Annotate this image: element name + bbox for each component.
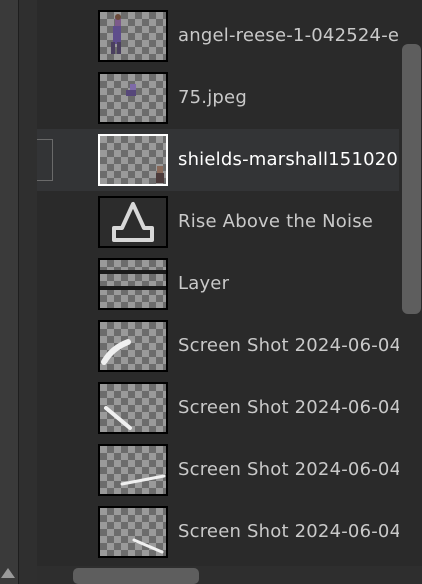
layer-row[interactable]: Screen Shot 2024-06-04 (37, 377, 401, 439)
left-toolbar-strip (0, 0, 19, 584)
visibility-column (19, 0, 37, 584)
layer-name: Screen Shot 2024-06-04 (178, 459, 402, 480)
layer-row[interactable]: angel-reese-1-042524-e (37, 0, 399, 62)
layers-panel-window: angel-reese-1-042524-e 75.jpeg shields-m… (0, 0, 422, 584)
layers-list: angel-reese-1-042524-e 75.jpeg shields-m… (37, 0, 403, 566)
layer-thumbnail[interactable] (98, 506, 168, 558)
layer-row[interactable]: Rise Above the Noise (37, 191, 399, 253)
layer-name: Screen Shot 2024-06-04 (178, 521, 402, 542)
layer-name: angel-reese-1-042524-e (178, 25, 400, 46)
layer-thumbnail[interactable] (98, 320, 168, 372)
brush-stroke-icon (104, 406, 132, 430)
layer-row[interactable]: Screen Shot 2024-06-04 (37, 439, 401, 501)
layer-thumbnail[interactable] (98, 10, 168, 62)
brush-stroke-icon (132, 538, 164, 554)
layer-thumbnail[interactable] (98, 382, 168, 434)
layer-row[interactable]: Screen Shot 2024-06-04 (37, 315, 401, 377)
layer-thumbnail[interactable] (98, 72, 168, 124)
brush-stroke-icon (101, 339, 131, 365)
line-shapes-icon (100, 270, 166, 290)
layer-row[interactable]: Screen Shot 2024-06-04 (37, 501, 401, 563)
layer-row-selected[interactable]: shields-marshall1510202 (37, 129, 403, 191)
horizontal-scrollbar[interactable] (37, 566, 422, 584)
horizontal-scrollbar-thumb[interactable] (73, 568, 199, 584)
corner-figure-icon (156, 166, 164, 183)
vertical-scrollbar-thumb[interactable] (402, 44, 421, 314)
layer-thumbnail[interactable] (98, 196, 168, 248)
layer-thumbnail[interactable] (98, 258, 168, 310)
logo-icon (112, 202, 154, 242)
layer-row[interactable]: 75.jpeg (37, 62, 399, 124)
layer-visibility-toggle[interactable] (37, 139, 53, 181)
figure-photo-icon (111, 14, 121, 54)
layer-name: Screen Shot 2024-06-04 (178, 397, 402, 418)
brush-stroke-icon (120, 474, 166, 486)
layer-name: Screen Shot 2024-06-04 (178, 335, 402, 356)
collapse-arrow-icon[interactable] (1, 568, 15, 578)
small-figure-icon (126, 84, 136, 96)
layer-name: 75.jpeg (178, 87, 247, 108)
layer-name: shields-marshall1510202 (178, 149, 403, 170)
layer-thumbnail[interactable] (98, 134, 168, 186)
vertical-scrollbar[interactable] (399, 0, 422, 566)
layer-name: Rise Above the Noise (178, 211, 374, 232)
layer-row[interactable]: Layer (37, 253, 399, 315)
layer-thumbnail[interactable] (98, 444, 168, 496)
layer-name: Layer (178, 273, 230, 294)
